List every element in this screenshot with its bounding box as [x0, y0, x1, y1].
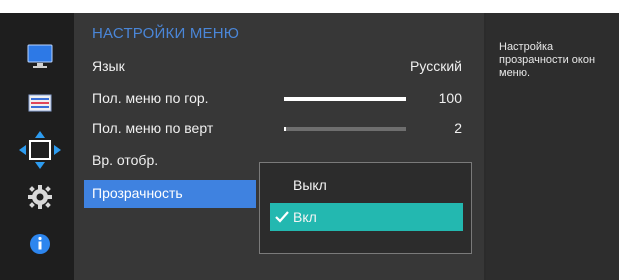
menu-item-label: Прозрачность	[92, 185, 183, 201]
position-arrows-icon[interactable]	[16, 130, 64, 170]
osd-window: НАСТРОЙКИ МЕНЮ Язык Русский Пол. меню по…	[0, 13, 619, 280]
option-on[interactable]: Вкл	[270, 203, 463, 231]
vertical-position-slider[interactable]	[284, 127, 406, 131]
picture-settings-icon[interactable]	[22, 87, 58, 119]
menu-item-language[interactable]: Язык Русский	[84, 53, 474, 81]
help-panel: Настройка прозрачности окон меню.	[486, 13, 619, 280]
menu-item-label: Пол. меню по гор.	[92, 90, 209, 106]
option-label: Выкл	[293, 177, 327, 193]
menu-item-label: Пол. меню по верт	[92, 120, 214, 136]
menu-item-horizontal-position[interactable]: Пол. меню по гор. 100	[84, 85, 474, 113]
menu-title: НАСТРОЙКИ МЕНЮ	[92, 25, 240, 42]
transparency-options-popup: Выкл Вкл	[259, 162, 472, 254]
menu-item-value: 2	[454, 120, 462, 136]
slider-fill	[284, 127, 287, 131]
help-text: Настройка прозрачности окон меню.	[499, 41, 596, 79]
menu-item-label: Язык	[92, 58, 125, 74]
monitor-icon[interactable]	[22, 41, 58, 73]
menu-item-value: Русский	[410, 58, 462, 74]
gear-icon[interactable]	[22, 181, 58, 213]
menu-item-value: 100	[438, 90, 462, 106]
horizontal-position-slider[interactable]	[284, 97, 406, 101]
sidebar	[0, 13, 74, 280]
menu-item-label: Вр. отобр.	[92, 152, 159, 168]
slider-fill	[284, 97, 406, 101]
checkmark-icon	[275, 211, 289, 223]
option-off[interactable]: Выкл	[270, 171, 463, 199]
info-icon[interactable]	[22, 228, 58, 260]
menu-item-vertical-position[interactable]: Пол. меню по верт 2	[84, 115, 474, 143]
option-label: Вкл	[293, 209, 317, 225]
menu-item-transparency[interactable]: Прозрачность	[84, 180, 256, 208]
